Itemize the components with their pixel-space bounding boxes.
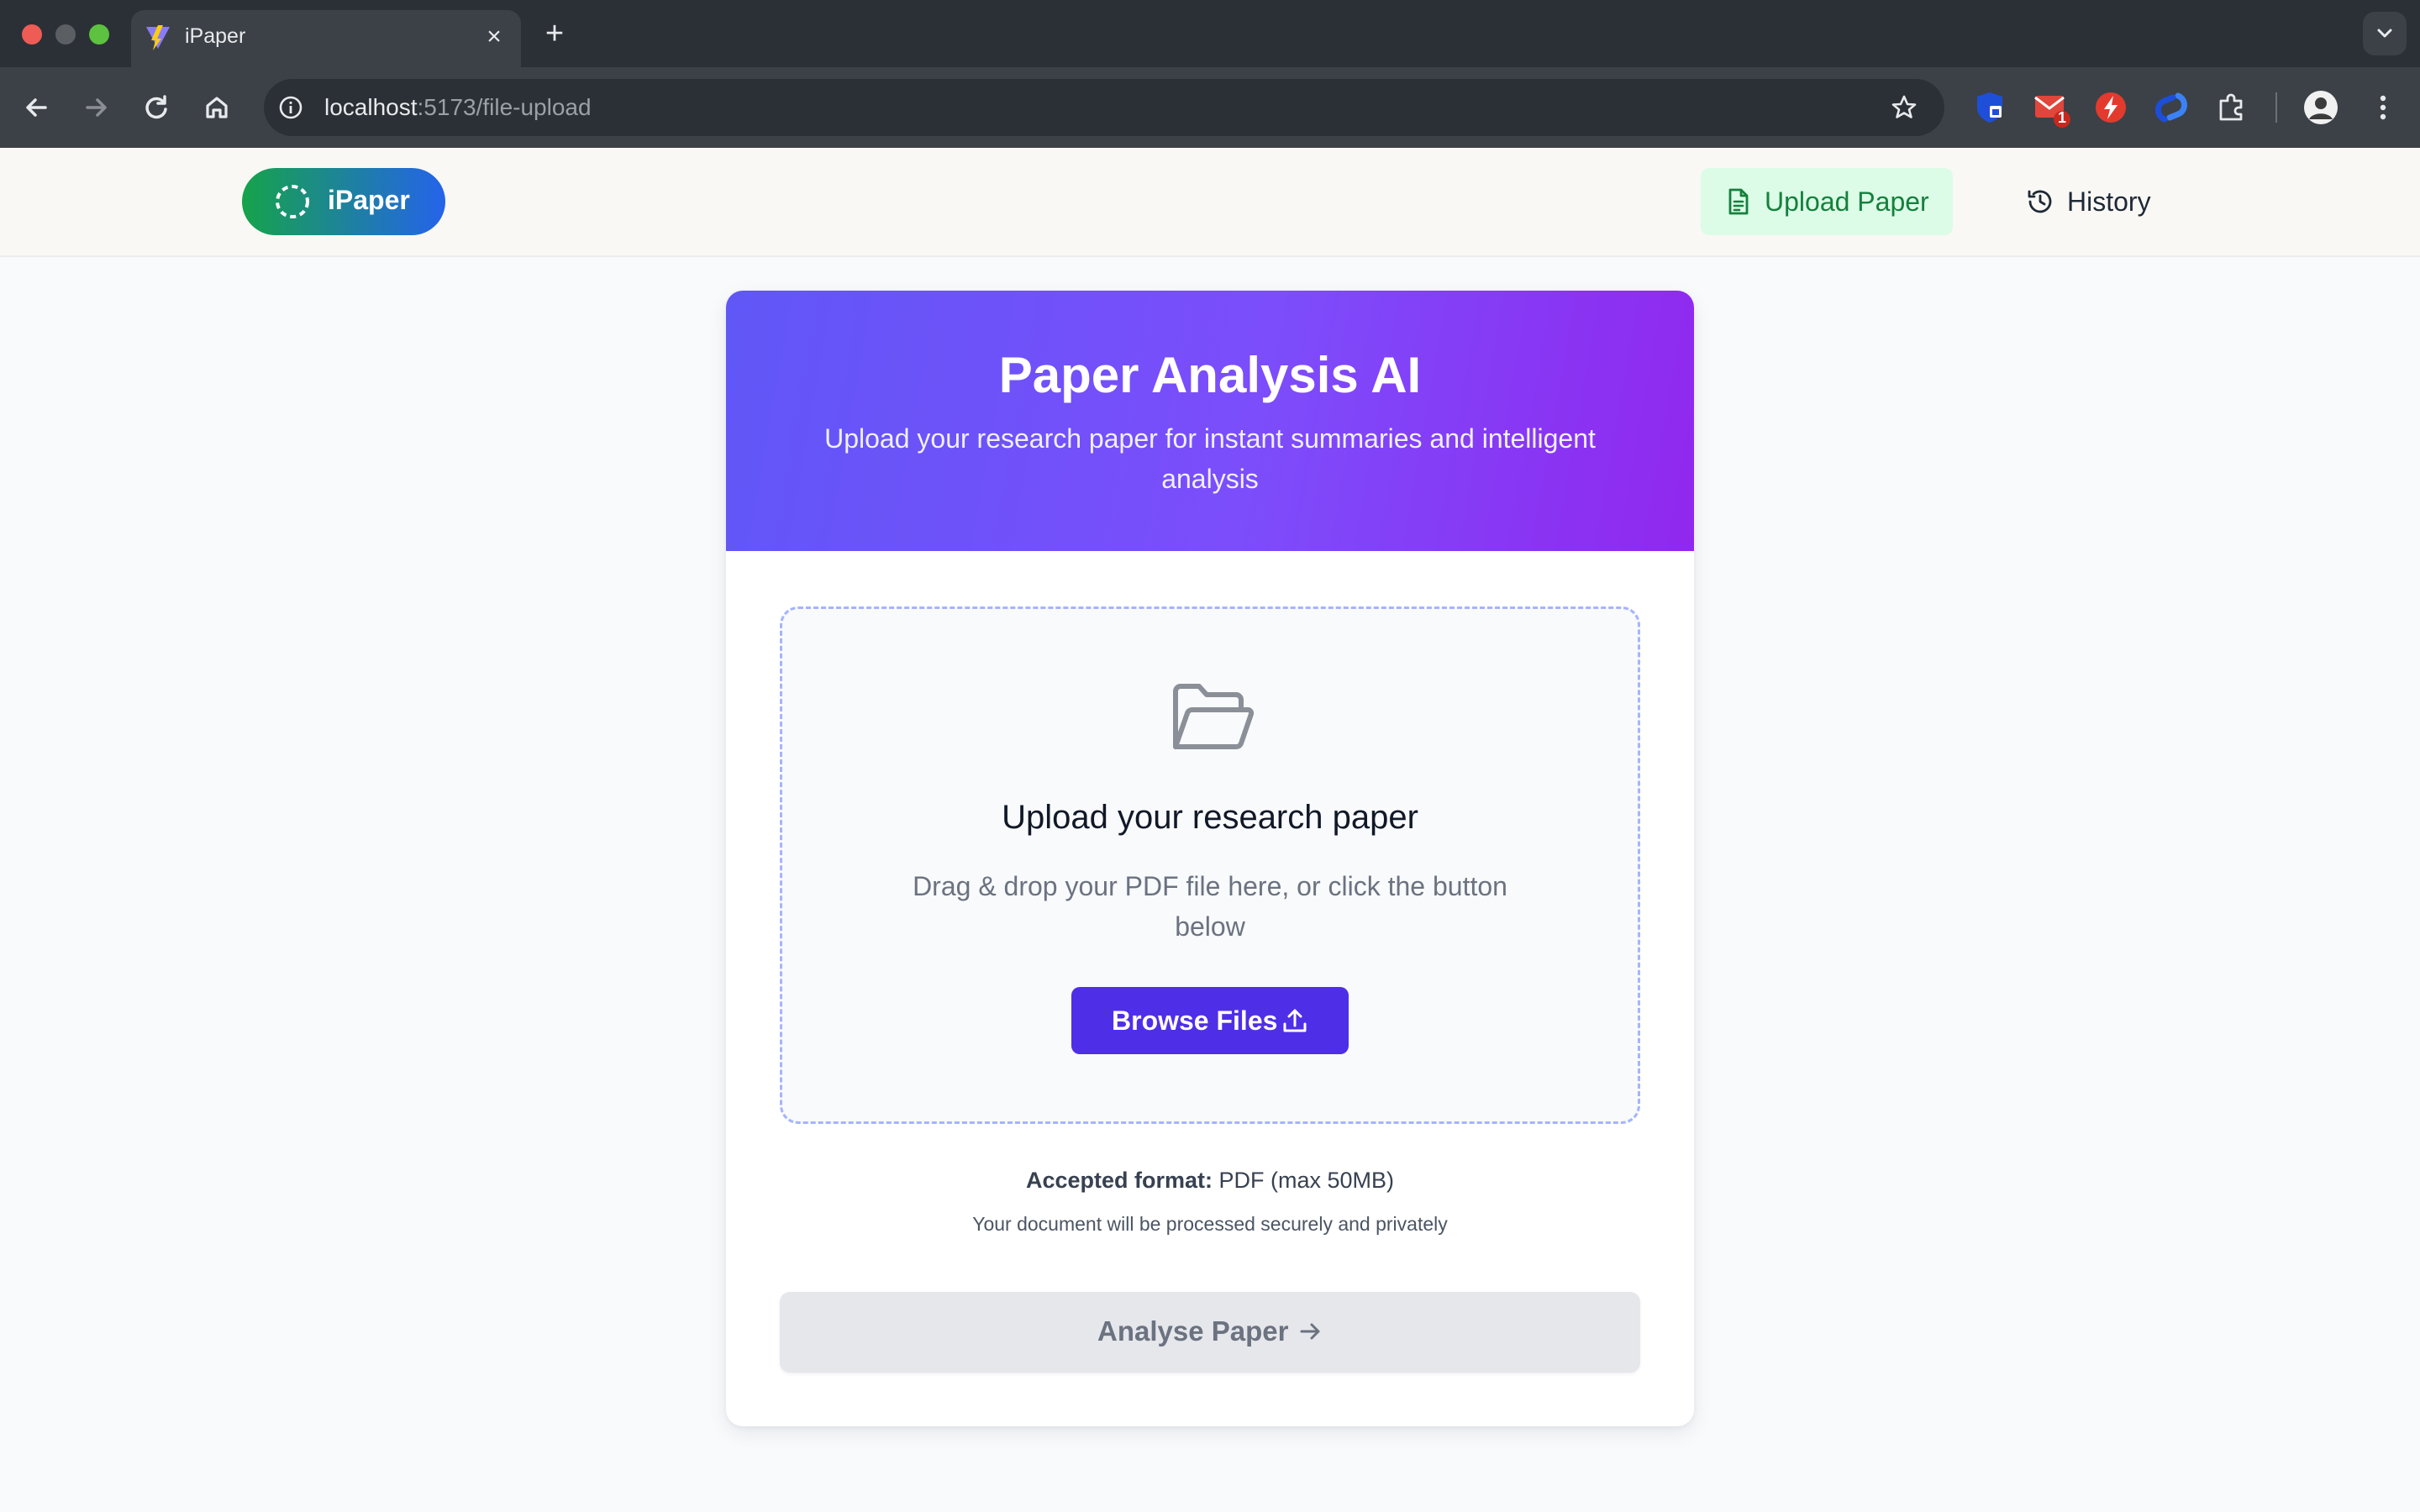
accepted-format: Accepted format: PDF (max 50MB) <box>726 1168 1694 1194</box>
file-dropzone[interactable]: Upload your research paper Drag & drop y… <box>780 606 1640 1124</box>
chevron-down-icon <box>2377 29 2392 38</box>
new-tab-button[interactable]: + <box>538 15 571 52</box>
window-close-button[interactable] <box>22 24 42 45</box>
toolbar-divider <box>2275 92 2277 123</box>
url-host: localhost <box>324 94 418 120</box>
mail-extension-badge: 1 <box>2057 109 2066 126</box>
extensions-puzzle-icon[interactable] <box>2213 89 2250 126</box>
analyse-paper-label: Analyse Paper <box>1097 1315 1289 1347</box>
more-menu-icon[interactable] <box>2365 89 2402 126</box>
url-text: localhost:5173/file-upload <box>324 94 592 121</box>
browser-toolbar: localhost:5173/file-upload 1 <box>0 67 2420 148</box>
page-title: Paper Analysis AI <box>998 347 1422 403</box>
page-subtitle: Upload your research paper for instant s… <box>824 423 1596 494</box>
window-zoom-button[interactable] <box>89 24 109 45</box>
bookmark-star-icon[interactable] <box>1887 91 1921 124</box>
browse-files-label: Browse Files <box>1112 1005 1278 1036</box>
back-arrow-icon[interactable] <box>17 87 57 128</box>
url-path: :5173/file-upload <box>417 94 592 120</box>
site-info-icon[interactable] <box>274 91 308 124</box>
app-navbar: iPaper Upload Paper History <box>0 148 2420 257</box>
shield-extension-icon[interactable] <box>1971 89 2008 126</box>
nav-history[interactable]: History <box>2008 168 2176 235</box>
address-bar[interactable]: localhost:5173/file-upload <box>264 79 1944 136</box>
loading-ring-icon <box>276 185 309 218</box>
logo-button[interactable]: iPaper <box>242 168 445 235</box>
upload-icon <box>1283 1009 1307 1032</box>
nav-upload-label: Upload Paper <box>1765 186 1929 217</box>
upload-card: Paper Analysis AI Upload your research p… <box>726 291 1694 1426</box>
dropzone-title: Upload your research paper <box>1002 799 1418 836</box>
vite-favicon-icon <box>146 25 170 50</box>
folder-open-icon <box>1173 684 1255 749</box>
sync-extension-icon[interactable] <box>2153 89 2190 126</box>
nav-upload-paper[interactable]: Upload Paper <box>1701 168 1953 235</box>
logo-text: iPaper <box>328 185 410 215</box>
document-icon <box>1728 188 1749 215</box>
browse-files-button[interactable]: Browse Files <box>1071 987 1349 1054</box>
accepted-format-label: Accepted format: <box>1025 1168 1213 1193</box>
history-icon <box>2028 190 2052 213</box>
profile-avatar-icon[interactable] <box>2302 89 2339 126</box>
bolt-extension-icon[interactable] <box>2092 89 2129 126</box>
security-note: Your document will be processed securely… <box>972 1213 1448 1235</box>
dropzone-description: Drag & drop your PDF file here, or click… <box>913 871 1507 942</box>
card-header: Paper Analysis AI Upload your research p… <box>726 291 1694 551</box>
arrow-right-icon <box>1300 1323 1320 1340</box>
tab-search-button[interactable] <box>2363 12 2407 55</box>
tab-close-icon[interactable]: × <box>477 20 511 54</box>
nav-history-label: History <box>2067 186 2151 217</box>
reload-icon[interactable] <box>136 87 176 128</box>
browser-tab-strip: iPaper × + <box>0 0 2420 67</box>
window-minimize-button[interactable] <box>55 24 76 45</box>
mail-extension[interactable]: 1 <box>2032 89 2072 129</box>
home-icon[interactable] <box>197 87 237 128</box>
forward-arrow-icon[interactable] <box>76 87 116 128</box>
tab-title: iPaper <box>185 24 246 48</box>
browser-tab-active[interactable]: iPaper × <box>131 10 521 67</box>
analyse-paper-button[interactable]: Analyse Paper <box>780 1292 1640 1373</box>
accepted-format-value: PDF (max 50MB) <box>1218 1168 1395 1193</box>
